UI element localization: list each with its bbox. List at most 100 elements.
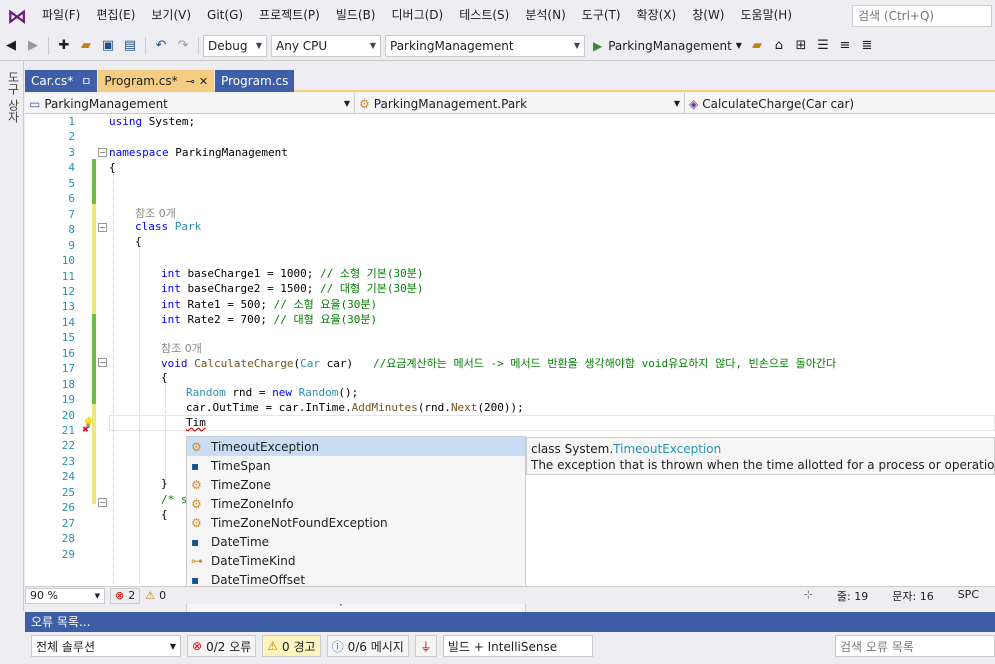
- comment-out-icon[interactable]: ≡: [834, 35, 856, 57]
- completion-item[interactable]: ⚙ TimeoutException: [187, 437, 525, 456]
- project-select[interactable]: ▭ ParkingManagement ▼: [25, 93, 355, 114]
- line-number: 14: [61, 315, 75, 329]
- chevron-down-icon: ▼: [573, 41, 580, 50]
- line-number: 5: [68, 176, 75, 190]
- errors-filter-button[interactable]: ⊗ 0/2 오류: [187, 635, 257, 657]
- change-bar-unsaved: [92, 204, 96, 314]
- collapse-toggle[interactable]: −: [98, 223, 107, 232]
- build-source-select[interactable]: 빌드 + IntelliSense: [442, 635, 593, 657]
- save-all-icon[interactable]: ▤: [119, 35, 141, 57]
- completion-item[interactable]: ▪ DateTime: [187, 532, 525, 551]
- undo-icon[interactable]: ↶: [150, 35, 172, 57]
- chevron-down-icon: ▼: [673, 99, 680, 108]
- line-number: 27: [61, 516, 75, 530]
- new-item-icon[interactable]: ✚: [53, 35, 75, 57]
- quick-info-tooltip: class System.TimeoutException The except…: [526, 437, 995, 475]
- forward-icon[interactable]: ▶: [22, 35, 44, 57]
- tab-car-cs[interactable]: Car.cs* ㅁ: [25, 70, 98, 92]
- warnings-filter-button[interactable]: ⚠ 0 경고: [262, 635, 321, 657]
- close-icon[interactable]: ✕: [199, 75, 208, 88]
- pin-icon[interactable]: ㅁ: [81, 73, 91, 89]
- completion-item-label: TimeoutException: [211, 439, 320, 454]
- warning-icon: ⚠: [145, 589, 156, 602]
- menu-item[interactable]: 도구(T): [574, 0, 629, 31]
- line-number: 16: [61, 346, 75, 360]
- document-tabs: Car.cs* ㅁ Program.cs* ⊸ ✕ Program.cs: [25, 70, 995, 92]
- play-icon: ▶: [593, 38, 603, 53]
- status-icon[interactable]: ⊹: [804, 588, 813, 604]
- code-line-15: void CalculateCharge(Car car) //요금계산하는 메…: [161, 357, 837, 370]
- menu-item[interactable]: 테스트(S): [451, 0, 517, 31]
- filter-icon[interactable]: ⏚: [414, 635, 437, 657]
- error-scope-select[interactable]: 전체 솔루션 ▼: [31, 635, 181, 657]
- solution-view-icon[interactable]: ⊞: [790, 35, 812, 57]
- class-icon: ⚙: [191, 515, 202, 530]
- menu-item[interactable]: 확장(X): [629, 0, 685, 31]
- platform-select[interactable]: Any CPU ▼: [271, 34, 381, 57]
- browse-folder-icon[interactable]: ▰: [746, 35, 768, 57]
- tab-program-cs-modified[interactable]: Program.cs* ⊸ ✕: [98, 70, 215, 92]
- line-number: 2: [68, 130, 75, 144]
- outline-icon[interactable]: ☰: [812, 35, 834, 57]
- code-line-17: Random rnd = new Random();: [186, 386, 359, 399]
- menu-item[interactable]: 디버그(D): [384, 0, 452, 31]
- back-icon[interactable]: ◀: [0, 35, 22, 57]
- collapse-toggle[interactable]: −: [98, 498, 107, 507]
- line-indicator: 줄: 19: [836, 589, 869, 603]
- struct-icon: ▪: [191, 458, 200, 473]
- menu-item[interactable]: Git(G): [199, 0, 251, 31]
- error-list-title[interactable]: 오류 목록...: [25, 612, 995, 632]
- configuration-select[interactable]: Debug ▼: [203, 34, 267, 57]
- open-folder-icon[interactable]: ▰: [75, 35, 97, 57]
- menu-item[interactable]: 분석(N): [517, 0, 573, 31]
- messages-filter-button[interactable]: ⓘ 0/6 메시지: [326, 635, 409, 657]
- reference-hint[interactable]: 참조 0개: [161, 340, 202, 356]
- info-icon: ⓘ: [331, 639, 344, 654]
- error-count-button[interactable]: ⊗ 2: [110, 587, 141, 604]
- cursor-position: ⊹ 줄: 19 문자: 16 SPC: [804, 588, 995, 604]
- redo-icon[interactable]: ↷: [172, 35, 194, 57]
- menu-item[interactable]: 보기(V): [143, 0, 199, 31]
- error-search-input[interactable]: 검색 오류 목록: [835, 635, 995, 657]
- line-number: 18: [61, 377, 75, 391]
- class-select[interactable]: ⚙ ParkingManagement.Park ▼: [355, 93, 685, 114]
- run-button[interactable]: ▶ ParkingManagement ▼: [589, 35, 746, 57]
- code-line-24: /* s: [161, 493, 188, 506]
- collapse-toggle[interactable]: −: [98, 148, 107, 157]
- whitespace-mode: SPC: [957, 587, 979, 601]
- zoom-select[interactable]: 90 % ▼: [25, 587, 105, 604]
- error-marker-icon: ✖: [82, 425, 89, 434]
- home-icon[interactable]: ⌂: [768, 35, 790, 57]
- collapse-toggle[interactable]: −: [98, 358, 107, 367]
- menu-item[interactable]: 프로젝트(P): [251, 0, 328, 31]
- configuration-value: Debug: [208, 38, 248, 53]
- tab-program-cs[interactable]: Program.cs: [215, 70, 295, 92]
- errors-filter-label: 0/2 오류: [206, 639, 252, 654]
- line-number: 15: [61, 331, 75, 345]
- menu-item[interactable]: 편집(E): [88, 0, 143, 31]
- uncomment-icon[interactable]: ≣: [856, 35, 878, 57]
- indent-guide: [165, 384, 166, 484]
- menu-item[interactable]: 빌드(B): [328, 0, 384, 31]
- completion-item[interactable]: ⚙ TimeZoneNotFoundException: [187, 513, 525, 532]
- member-select[interactable]: ◈ CalculateCharge(Car car): [685, 93, 995, 114]
- completion-item[interactable]: ⚙ TimeZoneInfo: [187, 494, 525, 513]
- completion-item[interactable]: ⊶ DateTimeKind: [187, 551, 525, 570]
- warning-count-button[interactable]: ⚠ 0: [145, 589, 166, 602]
- toolbox-tab[interactable]: 도구 상자: [5, 61, 22, 123]
- startup-project-select[interactable]: ParkingManagement ▼: [385, 34, 585, 57]
- save-icon[interactable]: ▣: [97, 35, 119, 57]
- visual-studio-logo-icon[interactable]: ⋈: [0, 0, 34, 31]
- enum-icon: ⊶: [191, 553, 203, 568]
- menu-item[interactable]: 도움말(H): [733, 0, 801, 31]
- menu-item[interactable]: 파일(F): [34, 0, 88, 31]
- menu-item[interactable]: 창(W): [684, 0, 732, 31]
- completion-item[interactable]: ▪ TimeSpan: [187, 456, 525, 475]
- pin-icon[interactable]: ⊸: [186, 75, 195, 88]
- reference-hint[interactable]: 참조 0개: [135, 205, 176, 221]
- code-line-18: car.OutTime = car.InTime.AddMinutes(rnd.…: [186, 401, 524, 414]
- search-input[interactable]: 검색 (Ctrl+Q): [852, 5, 992, 27]
- toolbar-separator: [48, 36, 49, 55]
- completion-item[interactable]: ⚙ TimeZone: [187, 475, 525, 494]
- class-icon: ⚙: [359, 96, 370, 111]
